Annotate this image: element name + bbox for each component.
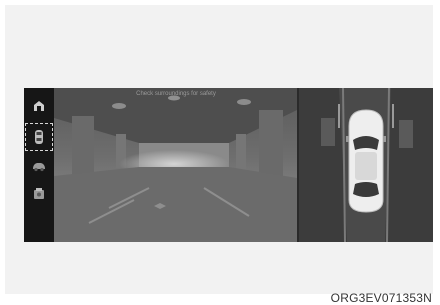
parking-view-button[interactable] <box>27 94 51 118</box>
front-camera-view: Check surroundings for safety <box>54 88 297 242</box>
parking-icon <box>32 99 46 113</box>
settings-button[interactable] <box>27 182 51 206</box>
side-view-icon <box>31 159 47 173</box>
figure-code: ORG3EV071353N <box>330 291 432 305</box>
surround-view <box>299 88 433 242</box>
top-down-scene <box>299 88 433 242</box>
garage-scene <box>54 88 297 242</box>
side-view-button[interactable] <box>27 154 51 178</box>
vehicle-top-view <box>346 109 386 213</box>
infotainment-screen: Check surroundings for safety <box>24 88 433 242</box>
front-view-button[interactable] <box>25 123 53 151</box>
camera-caption: Check surroundings for safety <box>136 91 216 97</box>
settings-icon <box>31 186 47 202</box>
figure-frame: Check surroundings for safety <box>5 5 433 294</box>
view-mode-menu <box>24 88 54 242</box>
front-view-icon <box>31 128 47 146</box>
